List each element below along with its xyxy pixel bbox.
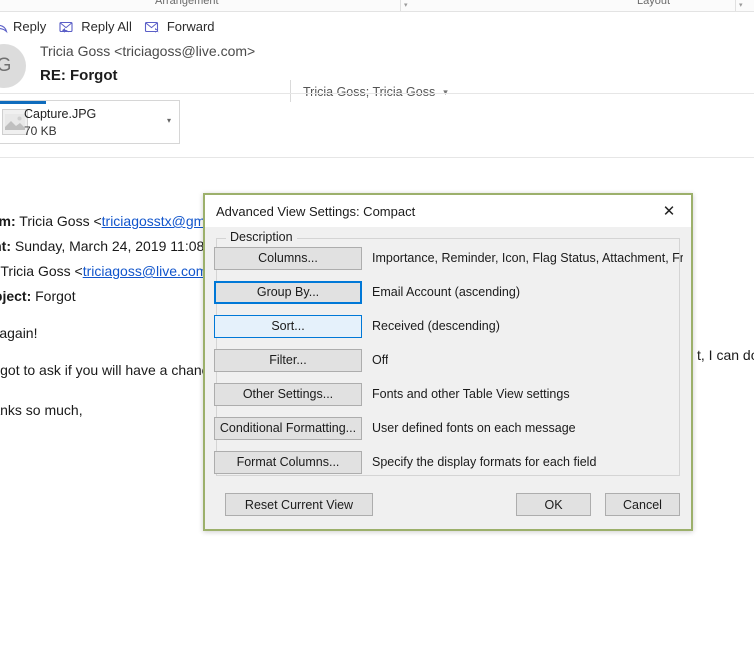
reply-all-icon	[58, 20, 76, 34]
reply-all-button-label: Reply All	[81, 19, 132, 34]
header-divider	[290, 80, 291, 102]
other-settings-button[interactable]: Other Settings...	[214, 382, 362, 406]
dialog-title: Advanced View Settings: Compact	[216, 203, 416, 219]
body-paragraph-3: Thanks so much,	[0, 402, 83, 418]
forward-button-label: Forward	[166, 19, 215, 34]
sort-button[interactable]: Sort...	[214, 314, 362, 338]
dialog-body: Description Columns... Importance, Remin…	[205, 227, 691, 529]
format-columns-description: Specify the display formats for each fie…	[372, 455, 597, 469]
reply-button[interactable]: Reply	[0, 17, 52, 36]
sort-description: Received (descending)	[372, 319, 500, 333]
attachment-chevron-down-icon[interactable]: ▾	[167, 116, 171, 125]
cancel-button[interactable]: Cancel	[605, 493, 680, 516]
body-from-line: From: Tricia Goss <triciagosstx@gma	[0, 213, 214, 229]
setting-row-group-by: Group By... Email Account (ascending)	[214, 275, 683, 309]
attachment-filename: Capture.JPG	[24, 107, 97, 121]
conditional-formatting-button[interactable]: Conditional Formatting...	[214, 416, 362, 440]
advanced-view-settings-dialog: Advanced View Settings: Compact ✕ Descri…	[203, 193, 693, 531]
body-paragraph-1: Me again!	[0, 325, 38, 341]
dialog-titlebar: Advanced View Settings: Compact ✕	[205, 195, 691, 227]
forward-button[interactable]: Forward	[138, 17, 221, 36]
body-sent-line: Sent: Sunday, March 24, 2019 11:08	[0, 238, 205, 254]
attachment-rule	[0, 157, 754, 158]
filter-button[interactable]: Filter...	[214, 348, 362, 372]
reply-button-label: Reply	[13, 19, 47, 34]
ribbon-group-arrangement: Arrangement	[155, 0, 219, 7]
group-by-description: Email Account (ascending)	[372, 285, 520, 299]
attachment-filesize: 70 KB	[24, 124, 57, 138]
dialog-footer: Reset Current View OK Cancel	[216, 493, 680, 517]
forward-icon	[144, 20, 162, 34]
recipients-list[interactable]: Tricia Goss; Tricia Goss ▾	[303, 85, 448, 99]
setting-row-format-columns: Format Columns... Specify the display fo…	[214, 445, 683, 479]
body-to-line: To: Tricia Goss <triciagoss@live.com	[0, 263, 208, 279]
ribbon-caret-1[interactable]: ▾	[404, 1, 408, 9]
close-icon[interactable]: ✕	[647, 195, 691, 227]
columns-description: Importance, Reminder, Icon, Flag Status,…	[372, 251, 683, 265]
setting-row-conditional-formatting: Conditional Formatting... User defined f…	[214, 411, 683, 445]
ok-button[interactable]: OK	[516, 493, 591, 516]
attachment-card[interactable]: Capture.JPG 70 KB ▾	[0, 100, 180, 144]
reset-current-view-button[interactable]: Reset Current View	[225, 493, 373, 516]
conditional-formatting-description: User defined fonts on each message	[372, 421, 576, 435]
filter-description: Off	[372, 353, 389, 367]
sender-line: Tricia Goss <triciagoss@live.com>	[40, 43, 256, 59]
ribbon-strip: Arrangement ▾ Layout ▾	[0, 0, 754, 12]
columns-button[interactable]: Columns...	[214, 246, 362, 270]
message-header: G Tricia Goss <triciagoss@live.com> RE: …	[0, 40, 754, 102]
avatar: G	[0, 44, 26, 88]
message-subject: RE: Forgot	[40, 67, 118, 84]
other-settings-description: Fonts and other Table View settings	[372, 387, 570, 401]
body-text-right-fragment: t, I can do	[697, 347, 754, 363]
reply-all-button[interactable]: Reply All	[52, 17, 138, 36]
setting-row-other-settings: Other Settings... Fonts and other Table …	[214, 377, 683, 411]
chevron-down-icon[interactable]: ▾	[443, 87, 448, 98]
body-subject-line: Subject: Forgot	[0, 288, 76, 304]
header-rule	[0, 93, 754, 94]
setting-row-sort: Sort... Received (descending)	[214, 309, 683, 343]
recipient-email-link[interactable]: triciagoss@live.com	[83, 263, 208, 279]
setting-row-columns: Columns... Importance, Reminder, Icon, F…	[214, 241, 683, 275]
ribbon-separator-2	[735, 0, 736, 11]
attachment-accent-bar	[0, 101, 46, 104]
ribbon-caret-2[interactable]: ▾	[739, 1, 743, 9]
settings-row-list: Columns... Importance, Reminder, Icon, F…	[214, 241, 683, 479]
sender-email-link[interactable]: triciagosstx@gma	[102, 213, 213, 229]
format-columns-button[interactable]: Format Columns...	[214, 450, 362, 474]
group-by-button[interactable]: Group By...	[214, 280, 362, 304]
recipients-label: Tricia Goss; Tricia Goss	[303, 85, 436, 99]
ribbon-separator-1	[400, 0, 401, 11]
reply-icon	[0, 20, 8, 34]
setting-row-filter: Filter... Off	[214, 343, 683, 377]
message-action-toolbar: Reply Reply All Forward	[0, 13, 754, 40]
ribbon-group-layout: Layout	[637, 0, 671, 7]
